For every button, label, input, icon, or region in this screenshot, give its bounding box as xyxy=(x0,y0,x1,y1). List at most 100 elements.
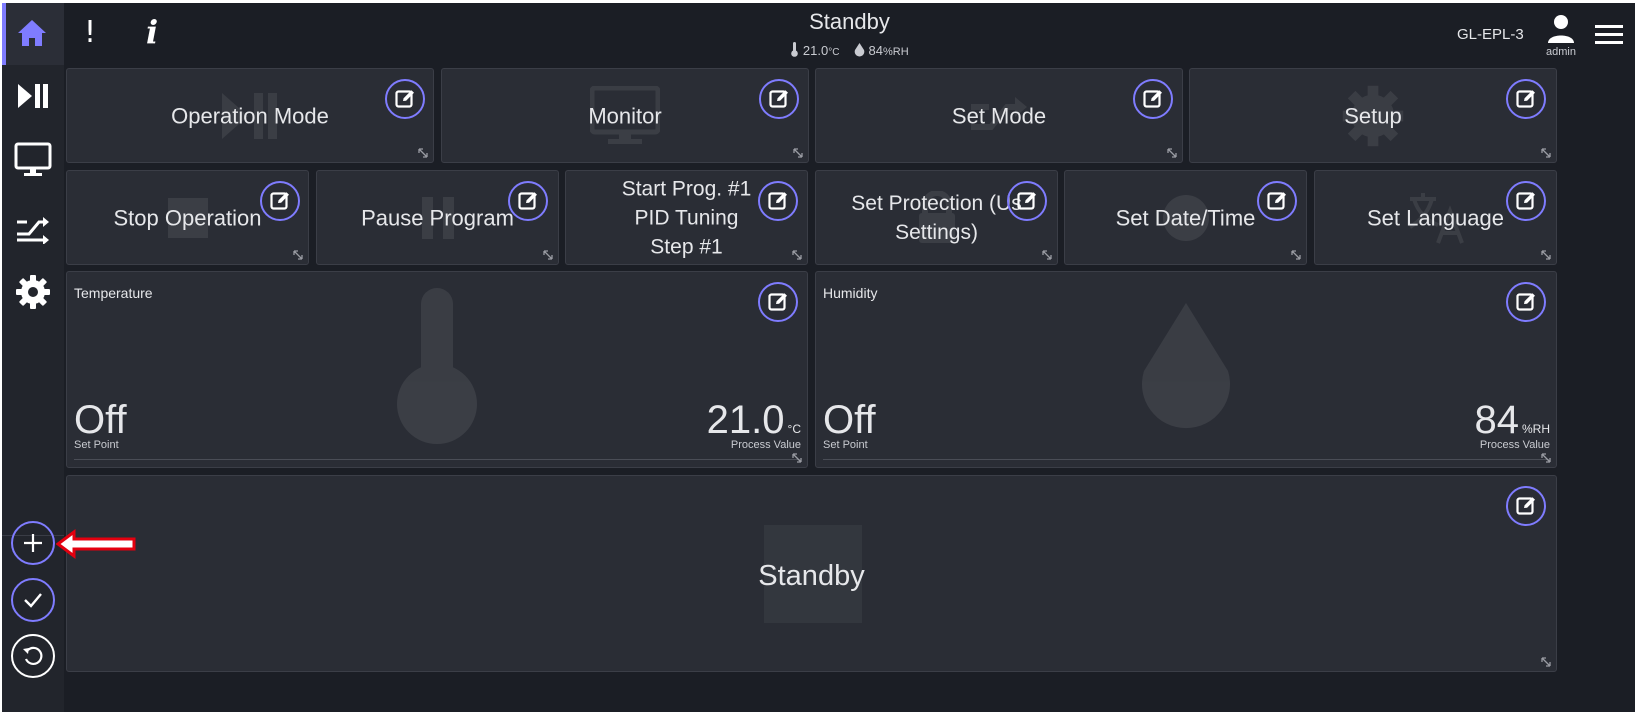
sidebar-item-operation[interactable] xyxy=(2,65,64,127)
widget-divider xyxy=(74,459,800,460)
home-icon xyxy=(18,20,46,46)
edit-button[interactable] xyxy=(508,181,548,221)
shuffle-icon xyxy=(17,217,49,244)
resize-handle-icon[interactable] xyxy=(1290,249,1302,261)
edit-icon xyxy=(1514,494,1538,518)
edit-icon xyxy=(1514,189,1538,213)
resize-handle-icon[interactable] xyxy=(292,249,304,261)
gear-icon xyxy=(16,275,50,309)
top-bar: ! i Standby 21.0°C 84%RH GL-EPL-3 admin xyxy=(64,3,1635,69)
add-icon xyxy=(24,534,42,552)
humidity-drop-icon xyxy=(854,43,865,57)
process-value-number: 84 xyxy=(1474,398,1519,442)
edit-button[interactable] xyxy=(1506,486,1546,526)
process-value-label: Process Value xyxy=(1479,439,1550,451)
tile-stop-operation[interactable]: Stop Operation xyxy=(66,170,309,265)
thermometer-icon xyxy=(397,287,477,444)
resize-handle-icon[interactable] xyxy=(417,147,429,159)
widget-title: Temperature xyxy=(74,285,153,301)
sidebar-item-monitor[interactable] xyxy=(2,129,64,191)
hamburger-menu-icon xyxy=(1595,25,1623,44)
menu-button[interactable] xyxy=(1595,24,1623,51)
header-temperature-unit: °C xyxy=(828,47,840,58)
check-icon xyxy=(24,593,42,608)
tile-pause-program[interactable]: Pause Program xyxy=(316,170,559,265)
humidity-widget[interactable]: Humidity Off Set Point 84 %RH Process Val… xyxy=(815,271,1557,468)
tile-set-datetime[interactable]: Set Date/Time xyxy=(1064,170,1307,265)
edit-button[interactable] xyxy=(1506,181,1546,221)
tile-start-program[interactable]: Start Prog. #1 PID Tuning Step #1 xyxy=(565,170,808,265)
monitor-icon xyxy=(14,142,52,176)
set-point-value: Off xyxy=(74,398,127,442)
edit-icon xyxy=(1514,290,1538,314)
resize-handle-icon[interactable] xyxy=(792,147,804,159)
edit-button[interactable] xyxy=(759,79,799,119)
process-value-unit: %RH xyxy=(1521,422,1550,436)
tile-operation-mode[interactable]: Operation Mode xyxy=(66,68,434,163)
widget-title: Humidity xyxy=(823,285,878,301)
resize-handle-icon[interactable] xyxy=(1540,147,1552,159)
status-widget[interactable]: Standby xyxy=(66,475,1557,672)
header-humidity: 84 xyxy=(868,43,884,58)
edit-button[interactable] xyxy=(260,181,300,221)
tile-set-language[interactable]: Set Language xyxy=(1314,170,1557,265)
header-temperature: 21.0 xyxy=(802,43,829,58)
edit-icon xyxy=(767,87,791,111)
edit-button[interactable] xyxy=(758,282,798,322)
tile-monitor[interactable]: Monitor xyxy=(441,68,809,163)
resize-handle-icon[interactable] xyxy=(1166,147,1178,159)
edit-button[interactable] xyxy=(1257,181,1297,221)
play-pause-icon xyxy=(18,84,48,108)
status-widget-label: Standby xyxy=(758,560,865,592)
resize-handle-icon[interactable] xyxy=(1041,249,1053,261)
tile-label: Setup xyxy=(1344,103,1402,128)
edit-icon xyxy=(516,189,540,213)
set-protection-line-2: Settings) xyxy=(895,220,978,244)
edit-button[interactable] xyxy=(758,181,798,221)
edit-button[interactable] xyxy=(1007,181,1047,221)
resize-handle-icon[interactable] xyxy=(1540,249,1552,261)
start-program-line-3: Step #1 xyxy=(650,235,723,258)
edit-icon xyxy=(268,189,292,213)
tile-set-mode[interactable]: Set Mode xyxy=(815,68,1183,163)
process-value-number: 21.0 xyxy=(706,398,785,442)
device-id: GL-EPL-3 xyxy=(1457,26,1524,43)
temperature-widget[interactable]: Temperature Off Set Point 21.0 °C Process… xyxy=(66,271,808,468)
header-humidity-unit: %RH xyxy=(883,46,909,58)
user-button[interactable]: admin xyxy=(1539,13,1583,58)
set-point-label: Set Point xyxy=(823,439,868,451)
annotation-arrow-icon xyxy=(56,529,136,559)
status-title: Standby xyxy=(809,9,890,34)
process-value: 21.0 °C xyxy=(707,398,801,443)
edit-icon xyxy=(1015,189,1039,213)
resize-handle-icon[interactable] xyxy=(1540,452,1552,464)
humidity-drop-icon xyxy=(1142,302,1230,428)
process-value-unit: °C xyxy=(787,422,801,436)
edit-icon xyxy=(766,290,790,314)
sidebar xyxy=(2,3,64,712)
undo-icon xyxy=(23,646,43,666)
process-value: 84 %RH xyxy=(1474,398,1550,443)
confirm-layout-button[interactable] xyxy=(11,578,55,622)
tile-label: Operation Mode xyxy=(171,103,329,128)
resize-handle-icon[interactable] xyxy=(542,249,554,261)
widget-divider xyxy=(823,459,1549,460)
add-widget-button[interactable] xyxy=(11,521,55,565)
status-readings: 21.0°C 84%RH xyxy=(64,42,1635,58)
resize-handle-icon[interactable] xyxy=(791,249,803,261)
tile-set-protection[interactable]: Set Protection (Us Settings) xyxy=(815,170,1058,265)
set-point-value: Off xyxy=(823,398,876,442)
resize-handle-icon[interactable] xyxy=(791,452,803,464)
edit-button[interactable] xyxy=(1506,282,1546,322)
edit-icon xyxy=(1141,87,1165,111)
sidebar-item-set-mode[interactable] xyxy=(2,197,64,259)
revert-layout-button[interactable] xyxy=(11,634,55,678)
sidebar-item-home[interactable] xyxy=(2,3,64,65)
edit-button[interactable] xyxy=(1506,79,1546,119)
sidebar-item-setup[interactable] xyxy=(2,261,64,323)
tile-setup[interactable]: Setup xyxy=(1189,68,1557,163)
edit-button[interactable] xyxy=(385,79,425,119)
resize-handle-icon[interactable] xyxy=(1540,656,1552,668)
edit-button[interactable] xyxy=(1133,79,1173,119)
user-icon xyxy=(1548,15,1574,43)
